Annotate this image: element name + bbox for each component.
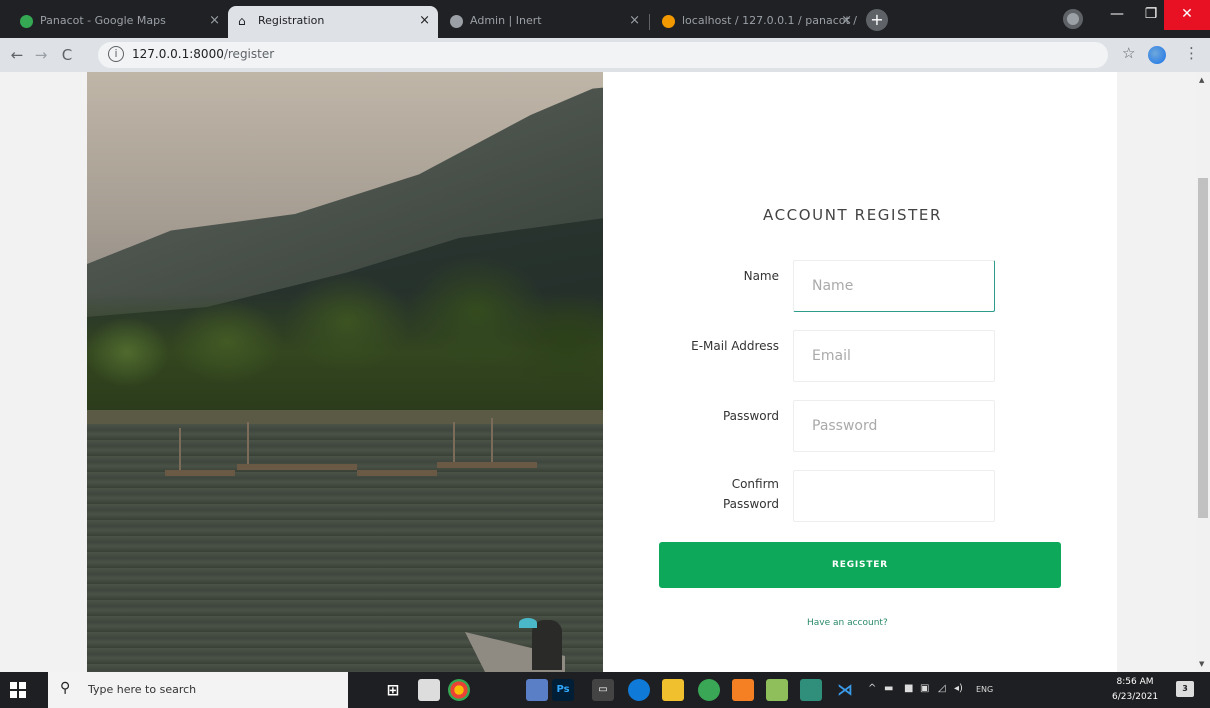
- tab-title: localhost / 127.0.0.1 / panacot / ...: [682, 14, 860, 27]
- pole-shape: [179, 428, 181, 470]
- tab-title: Registration: [258, 14, 325, 27]
- close-icon[interactable]: ×: [629, 6, 640, 36]
- tab-registration[interactable]: ⌂ Registration ×: [228, 6, 438, 38]
- search-icon: ⚲: [60, 680, 71, 696]
- task-view-icon[interactable]: ⊞: [382, 679, 404, 701]
- name-input[interactable]: [793, 260, 995, 312]
- chrome-icon[interactable]: [448, 679, 470, 701]
- confirm-password-input[interactable]: [793, 470, 995, 522]
- photoshop-icon[interactable]: Ps: [552, 679, 574, 701]
- hat-shape: [519, 618, 537, 628]
- browser-tab-strip: Panacot - Google Maps × ⌂ Registration ×…: [0, 0, 1210, 38]
- page-viewport: ACCOUNT REGISTER Name E-Mail Address Pas…: [0, 72, 1196, 672]
- form-title: ACCOUNT REGISTER: [763, 206, 943, 224]
- browser-toolbar: ← → C i 127.0.0.1:8000/register ☆ ⋮: [0, 38, 1210, 72]
- xampp-icon[interactable]: [732, 679, 754, 701]
- pole-shape: [453, 422, 455, 462]
- taskbar-search-placeholder: Type here to search: [88, 683, 197, 696]
- tray-chevron-icon[interactable]: ^: [868, 683, 876, 694]
- address-bar[interactable]: i 127.0.0.1:8000/register: [98, 42, 1108, 68]
- back-arrow-icon[interactable]: ←: [6, 44, 28, 66]
- incognito-icon[interactable]: [1063, 9, 1083, 29]
- forest-shape: [87, 232, 603, 432]
- edge-icon[interactable]: [628, 679, 650, 701]
- new-tab-button[interactable]: +: [866, 9, 888, 31]
- tab-divider: [649, 14, 650, 30]
- clock-time: 8:56 AM: [1116, 677, 1154, 687]
- close-icon[interactable]: ×: [209, 6, 220, 36]
- scroll-up-arrow-icon[interactable]: ▲: [1199, 76, 1204, 84]
- tab-title: Admin | Inert: [470, 14, 542, 27]
- home-icon: ⌂: [238, 14, 246, 28]
- tab-google-maps[interactable]: Panacot - Google Maps ×: [10, 6, 228, 38]
- url-path: /register: [223, 47, 275, 61]
- confirm-label-line1: Confirm: [731, 477, 779, 491]
- phpmyadmin-icon: [662, 15, 675, 28]
- confirm-password-label: Confirm Password: [639, 474, 779, 514]
- menu-kebab-icon[interactable]: ⋮: [1184, 44, 1199, 62]
- url-text[interactable]: 127.0.0.1:8000/register: [132, 47, 274, 61]
- bookmark-star-icon[interactable]: ☆: [1122, 44, 1135, 62]
- network-icon[interactable]: ▬: [884, 683, 893, 694]
- notification-icon[interactable]: 3: [1176, 681, 1194, 697]
- url-host: 127.0.0.1:8000: [132, 47, 224, 61]
- store-icon[interactable]: [418, 679, 440, 701]
- maps-icon: [20, 15, 33, 28]
- app-tray-icon[interactable]: ■: [904, 683, 913, 694]
- password-label: Password: [722, 409, 779, 423]
- tab-admin[interactable]: Admin | Inert ×: [440, 6, 648, 38]
- volume-icon[interactable]: ◂): [954, 683, 963, 694]
- app-icon[interactable]: [698, 679, 720, 701]
- pole-shape: [247, 422, 249, 464]
- taskbar-clock[interactable]: 8:56 AM 6/23/2021: [1112, 675, 1158, 705]
- raft-shape: [357, 470, 437, 476]
- name-label: Name: [743, 269, 779, 283]
- raft-shape: [237, 464, 357, 470]
- register-card: ACCOUNT REGISTER Name E-Mail Address Pas…: [87, 72, 1117, 672]
- app-icon[interactable]: [800, 679, 822, 701]
- windows-start-icon[interactable]: [10, 682, 26, 698]
- email-label: E-Mail Address: [691, 339, 779, 353]
- lake-landscape-image: [87, 72, 603, 672]
- clock-date: 6/23/2021: [1112, 692, 1159, 702]
- have-account-link[interactable]: Have an account?: [807, 618, 888, 628]
- language-indicator[interactable]: ENG: [976, 685, 993, 694]
- scrollbar-thumb[interactable]: [1198, 178, 1208, 518]
- shoreline-shape: [87, 410, 603, 424]
- wifi-icon[interactable]: ◿: [938, 683, 946, 694]
- pole-shape: [491, 418, 493, 462]
- profile-avatar[interactable]: [1148, 46, 1166, 64]
- scroll-down-arrow-icon[interactable]: ▼: [1199, 660, 1204, 668]
- register-button[interactable]: REGISTER: [659, 542, 1061, 588]
- notepad-icon[interactable]: [766, 679, 788, 701]
- password-input[interactable]: [793, 400, 995, 452]
- tab-title: Panacot - Google Maps: [40, 14, 166, 27]
- email-input[interactable]: [793, 330, 995, 382]
- close-icon[interactable]: ×: [419, 6, 430, 36]
- close-window-button[interactable]: ✕: [1164, 0, 1210, 30]
- vertical-scrollbar[interactable]: ▲ ▼: [1196, 72, 1210, 672]
- raft-shape: [437, 462, 537, 468]
- raft-shape: [165, 470, 235, 476]
- windows-taskbar: ⚲ Type here to search ⊞ Ps ▭ ⋊ ^ ▬ ■ ▣ ◿…: [0, 672, 1210, 708]
- info-icon[interactable]: i: [108, 46, 124, 62]
- forward-arrow-icon[interactable]: →: [30, 44, 52, 66]
- vscode-icon[interactable]: ⋊: [834, 679, 856, 701]
- confirm-label-line2: Password: [722, 497, 779, 511]
- close-icon[interactable]: ×: [841, 6, 852, 36]
- app-tray-icon[interactable]: ▣: [920, 683, 929, 694]
- terminal-icon[interactable]: ▭: [592, 679, 614, 701]
- file-explorer-icon[interactable]: [662, 679, 684, 701]
- app-icon[interactable]: [526, 679, 548, 701]
- reload-icon[interactable]: C: [56, 44, 78, 66]
- tab-phpmyadmin[interactable]: localhost / 127.0.0.1 / panacot / ... ×: [652, 6, 860, 38]
- taskbar-search[interactable]: ⚲ Type here to search: [48, 672, 348, 708]
- globe-icon: [450, 15, 463, 28]
